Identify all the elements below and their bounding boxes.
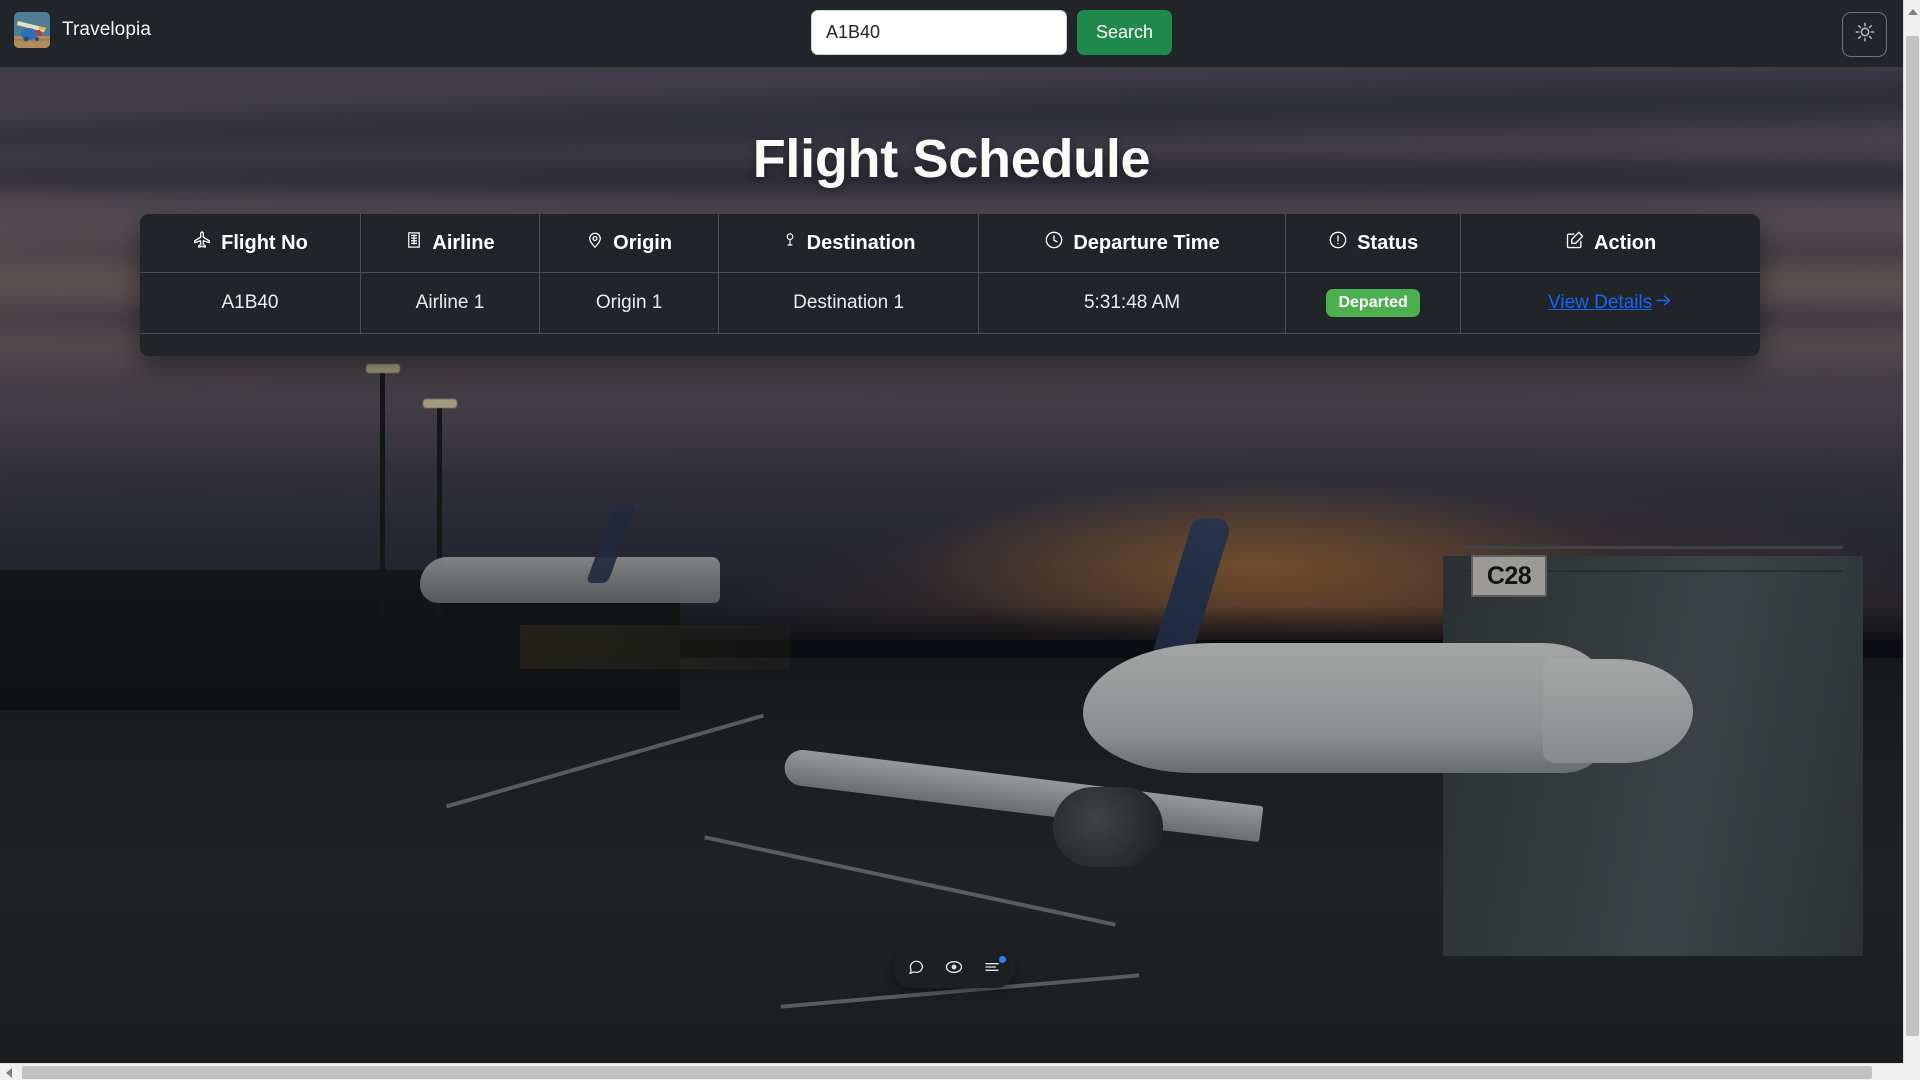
notification-dot-badge [999, 956, 1006, 963]
map-pin-icon [586, 230, 604, 256]
browser-viewport: Travelopia Search [0, 0, 1920, 1080]
sun-icon [1854, 21, 1876, 48]
hero-section: C28 Flight Schedule [0, 68, 1903, 1063]
menu-lines-button[interactable] [981, 958, 1003, 980]
column-header-departure-time[interactable]: Departure Time [978, 214, 1285, 273]
chat-bubble-icon [907, 958, 925, 981]
search-input[interactable] [811, 10, 1067, 55]
cell-airline: Airline 1 [360, 273, 539, 334]
view-details-label: View Details [1548, 292, 1652, 314]
cell-status: Departed [1286, 273, 1461, 334]
column-header-destination[interactable]: Destination [719, 214, 979, 273]
flight-schedule-table: Flight No [140, 214, 1760, 334]
theme-toggle-button[interactable] [1842, 12, 1887, 57]
cell-destination: Destination 1 [719, 273, 979, 334]
cell-departure-time: 5:31:48 AM [978, 273, 1285, 334]
column-header-status[interactable]: Status [1286, 214, 1461, 273]
column-header-action[interactable]: Action [1461, 214, 1760, 273]
column-header-label: Action [1594, 232, 1656, 255]
toy-airplane-logo-icon [14, 12, 50, 48]
vertical-scrollbar[interactable] [1903, 0, 1920, 1063]
column-header-label: Flight No [221, 232, 308, 255]
eye-icon [944, 957, 964, 982]
column-header-flight-no[interactable]: Flight No [140, 214, 360, 273]
scroll-up-arrow-icon[interactable] [1908, 9, 1918, 15]
destination-marker-icon [782, 230, 798, 256]
brand-name: Travelopia [62, 19, 151, 41]
search-area: Search [811, 10, 1172, 55]
edit-square-icon [1565, 230, 1585, 256]
airplane-icon [192, 230, 212, 256]
alert-circle-icon [1328, 230, 1348, 256]
scroll-left-arrow-icon[interactable] [6, 1068, 12, 1078]
chat-bubble-button[interactable] [905, 958, 927, 980]
building-icon [405, 230, 423, 256]
column-header-label: Departure Time [1073, 232, 1219, 255]
flight-schedule-card: Flight No [140, 214, 1760, 356]
column-header-label: Airline [432, 232, 494, 255]
status-badge: Departed [1326, 289, 1419, 317]
column-header-airline[interactable]: Airline [360, 214, 539, 273]
preview-eye-button[interactable] [943, 958, 965, 980]
search-button[interactable]: Search [1077, 10, 1172, 55]
hero-content: Flight Schedule [0, 68, 1903, 1063]
column-header-label: Destination [807, 232, 916, 255]
table-header-row: Flight No [140, 214, 1760, 273]
table-head: Flight No [140, 214, 1760, 273]
cell-action: View Details [1461, 273, 1760, 334]
cell-flight-no: A1B40 [140, 273, 360, 334]
horizontal-scrollbar-thumb[interactable] [22, 1066, 1872, 1079]
table-body: A1B40 Airline 1 Origin 1 Destination 1 5… [140, 273, 1760, 334]
floating-widget-bar [893, 950, 1015, 988]
top-navbar: Travelopia Search [0, 0, 1903, 68]
view-details-link[interactable]: View Details [1548, 291, 1673, 316]
cell-origin: Origin 1 [540, 273, 719, 334]
scrollbar-corner [1903, 1063, 1920, 1080]
table-row[interactable]: A1B40 Airline 1 Origin 1 Destination 1 5… [140, 273, 1760, 334]
page-title: Flight Schedule [0, 128, 1903, 190]
page-content: Travelopia Search [0, 0, 1903, 1063]
column-header-label: Status [1357, 232, 1418, 255]
brand[interactable]: Travelopia [14, 12, 151, 48]
horizontal-scrollbar[interactable] [0, 1063, 1920, 1080]
column-header-label: Origin [613, 232, 672, 255]
arrow-right-icon [1654, 291, 1673, 316]
clock-icon [1044, 230, 1064, 256]
menu-lines-icon [983, 959, 1001, 980]
vertical-scrollbar-thumb[interactable] [1906, 36, 1919, 1036]
column-header-origin[interactable]: Origin [540, 214, 719, 273]
